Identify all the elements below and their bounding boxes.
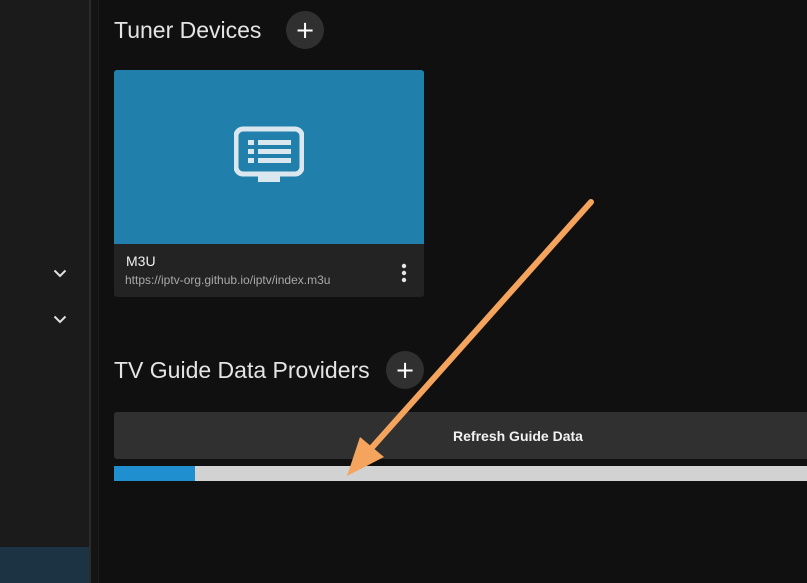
card-footer: M3U https://iptv-org.github.io/iptv/inde… [114,244,424,297]
tuner-name: M3U [126,253,156,269]
navigation-drawer [0,0,89,583]
add-guide-provider-button[interactable]: + [386,351,424,389]
sidebar-selected-item[interactable] [0,547,89,583]
tuner-device-card[interactable]: M3U https://iptv-org.github.io/iptv/inde… [114,70,424,297]
add-tuner-device-button[interactable]: + [286,11,324,49]
progress-fill [114,466,196,481]
more-vert-icon[interactable] [396,262,412,284]
guide-providers-heading: TV Guide Data Providers [114,357,370,383]
tuner-devices-heading: Tuner Devices [114,17,262,43]
refresh-guide-data-button[interactable]: Refresh Guide Data [114,412,807,459]
card-image[interactable] [114,70,424,244]
chevron-down-icon[interactable] [52,311,68,327]
tuner-url: https://iptv-org.github.io/iptv/index.m3… [125,273,331,287]
panel-divider[interactable] [89,0,99,583]
chevron-down-icon[interactable] [52,265,68,281]
tv-guide-icon [233,126,305,189]
guide-refresh-progress-bar [114,466,807,481]
